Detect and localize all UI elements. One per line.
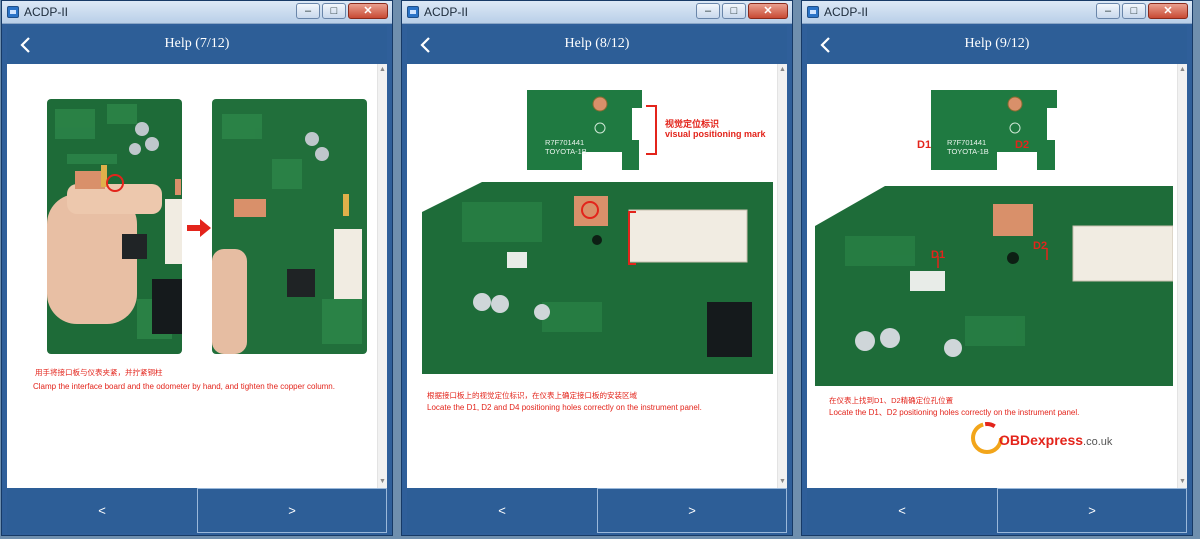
tightened-board-photo [212,99,367,354]
watermark-tld: .co.uk [1083,436,1113,448]
help-content: R7F701441 TOYOTA-1B D1 D2 D1 D2 在仪表上找到D1… [807,64,1187,488]
app-icon [7,6,19,18]
caption-cn: 用手将接口板与仪表夹紧，并拧紧铜柱 [35,368,163,377]
help-header: Help (9/12) [807,26,1187,64]
arrow-right-icon [187,219,211,237]
help-window-7: ACDP-II – □ ✕ Help (7/12) 用手将接口板与仪表夹紧，并拧… [1,0,393,536]
page-title: Help (7/12) [164,36,230,51]
maximize-icon[interactable]: □ [722,3,746,19]
nav-footer: < > [807,488,1187,533]
d2-label-board: D2 [1015,139,1030,151]
close-icon[interactable]: ✕ [348,3,388,19]
scrollbar[interactable]: ▲ ▼ [377,64,387,488]
app-icon [407,6,419,18]
help-content: R7F701441 TOYOTA-1B 视觉定位标识 visual positi… [407,64,787,488]
app-title: ACDP-II [424,5,469,19]
app-title: ACDP-II [24,5,69,19]
title-bar[interactable]: ACDP-II – □ ✕ [402,1,792,24]
d1-label-panel: D1 [931,249,946,261]
help-window-9: ACDP-II – □ ✕ Help (9/12) R7F701441 TOYO… [801,0,1193,536]
nav-footer: < > [7,488,387,533]
nav-footer: < > [407,488,787,533]
prev-button[interactable]: < [807,488,997,533]
help-content: 用手将接口板与仪表夹紧，并拧紧铜柱 Clamp the interface bo… [7,64,387,488]
instrument-panel-photo [815,186,1173,386]
caption-en: Clamp the interface board and the odomet… [33,382,335,391]
board-chip-label: R7F701441 [947,138,986,147]
next-button[interactable]: > [997,488,1187,533]
obdexpress-watermark: OBDexpress.co.uk [999,432,1112,448]
board-model-label: TOYOTA-1B [947,147,989,156]
interface-board-photo: R7F701441 TOYOTA-1B [931,90,1057,170]
scrollbar[interactable]: ▲ ▼ [1177,64,1187,488]
prev-button[interactable]: < [7,488,197,533]
help-header: Help (8/12) [407,26,787,64]
page-title: Help (9/12) [964,36,1030,51]
annotation-en: visual positioning mark [665,129,766,139]
caption-en: Locate the D1, D2 and D4 positioning hol… [427,403,702,412]
page-title: Help (8/12) [564,36,630,51]
d1-label-board: D1 [917,139,932,151]
board-model-label: TOYOTA-1B [545,147,587,156]
d2-label-panel: D2 [1033,240,1048,252]
clamp-board-photo [47,99,182,354]
minimize-icon[interactable]: – [696,3,720,19]
watermark-brand: OBDexpress [999,432,1084,448]
prev-button[interactable]: < [407,488,597,533]
bracket-marker [646,105,657,155]
app-icon [807,6,819,18]
next-button[interactable]: > [597,488,787,533]
app-title: ACDP-II [824,5,869,19]
scrollbar[interactable]: ▲ ▼ [777,64,787,488]
help-header: Help (7/12) [7,26,387,64]
help-window-8: ACDP-II – □ ✕ Help (8/12) R7F701441 TOYO… [401,0,793,536]
interface-board-photo: R7F701441 TOYOTA-1B [527,90,642,170]
instrument-panel-photo [422,182,773,374]
title-bar[interactable]: ACDP-II – □ ✕ [2,1,392,24]
maximize-icon[interactable]: □ [322,3,346,19]
caption-cn: 在仪表上找到D1、D2精确定位孔位置 [829,396,954,405]
close-icon[interactable]: ✕ [1148,3,1188,19]
minimize-icon[interactable]: – [1096,3,1120,19]
board-chip-label: R7F701441 [545,138,584,147]
title-bar[interactable]: ACDP-II – □ ✕ [802,1,1192,24]
caption-en: Locate the D1、D2 positioning holes corre… [829,408,1080,417]
maximize-icon[interactable]: □ [1122,3,1146,19]
close-icon[interactable]: ✕ [748,3,788,19]
minimize-icon[interactable]: – [296,3,320,19]
caption-cn: 根据接口板上的视觉定位标识，在仪表上确定接口板的安装区域 [427,391,637,400]
next-button[interactable]: > [197,488,387,533]
